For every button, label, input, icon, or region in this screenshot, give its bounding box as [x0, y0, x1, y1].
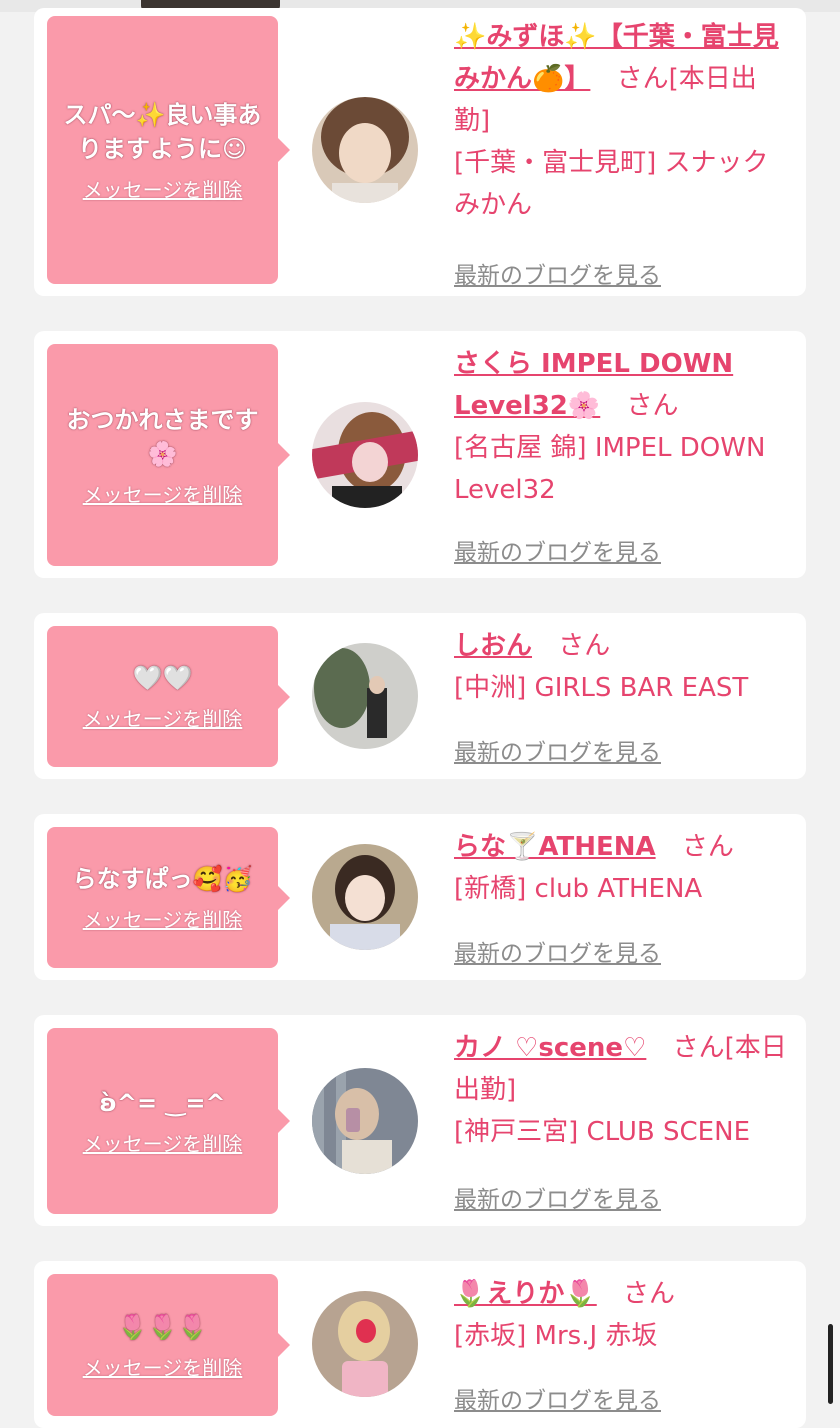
- message-card: スパ〜✨良い事ありますように☺ メッセージを削除 ✨みずほ✨【千葉・富士見みかん…: [34, 8, 806, 296]
- message-bubble: スパ〜✨良い事ありますように☺ メッセージを削除: [47, 16, 290, 284]
- avatar[interactable]: [312, 97, 418, 203]
- cast-info: らな🍸ATHENA さん [新橋] club ATHENA 最新のブログを見る: [454, 826, 789, 967]
- shop-name: [千葉・富士見町] スナックみかん: [454, 148, 769, 220]
- message-bubble: らなすぱっ🥰🥳 メッセージを削除: [47, 827, 290, 968]
- cast-name-link[interactable]: らな🍸ATHENA: [454, 832, 656, 862]
- delete-message-link[interactable]: メッセージを削除: [83, 904, 243, 933]
- delete-message-link[interactable]: メッセージを削除: [83, 174, 243, 203]
- message-card: 🤍🤍 メッセージを削除 しおん さん [中洲] GIRLS BAR EAST 最…: [34, 613, 806, 779]
- latest-blog-link[interactable]: 最新のブログを見る: [454, 934, 661, 968]
- avatar[interactable]: [312, 1068, 418, 1174]
- message-text: 🌷🌷🌷: [117, 1312, 208, 1341]
- scrollbar[interactable]: [828, 1324, 833, 1404]
- message-text: 🤍🤍: [132, 664, 193, 692]
- cast-name-link[interactable]: しおん: [454, 631, 532, 661]
- delete-message-link[interactable]: メッセージを削除: [83, 479, 243, 508]
- message-card: ʚ̀̀^= ‿=^ メッセージを削除 カノ ♡scene♡ さん[本日出勤] […: [34, 1015, 806, 1226]
- message-text: ʚ̀̀^= ‿=^: [99, 1088, 226, 1117]
- delete-message-link[interactable]: メッセージを削除: [83, 703, 243, 732]
- cast-info: しおん さん [中洲] GIRLS BAR EAST 最新のブログを見る: [454, 625, 789, 766]
- avatar[interactable]: [312, 643, 418, 749]
- avatar[interactable]: [312, 1291, 418, 1397]
- honorific: さん: [616, 64, 669, 94]
- message-card: 🌷🌷🌷 メッセージを削除 🌷えりか🌷 さん [赤坂] Mrs.J 赤坂 最新のブ…: [34, 1261, 806, 1428]
- honorific: さん: [672, 1033, 725, 1063]
- delete-message-link[interactable]: メッセージを削除: [83, 1128, 243, 1157]
- cast-info: 🌷えりか🌷 さん [赤坂] Mrs.J 赤坂 最新のブログを見る: [454, 1273, 789, 1414]
- cast-name-link[interactable]: 🌷えりか🌷: [454, 1279, 597, 1309]
- message-text: スパ〜✨良い事ありますように☺: [63, 100, 262, 163]
- shop-name: [名古屋 錦] IMPEL DOWN Level32: [454, 433, 766, 505]
- cast-info: ✨みずほ✨【千葉・富士見みかん🍊】 さん[本日出勤] [千葉・富士見町] スナッ…: [454, 16, 789, 289]
- honorific: さん: [681, 832, 734, 862]
- message-card: らなすぱっ🥰🥳 メッセージを削除 らな🍸ATHENA さん [新橋] club …: [34, 814, 806, 980]
- message-card: おつかれさまです🌸 メッセージを削除 さくら IMPEL DOWN Level3…: [34, 331, 806, 578]
- honorific: さん: [623, 1279, 676, 1309]
- latest-blog-link[interactable]: 最新のブログを見る: [454, 1381, 661, 1415]
- delete-message-link[interactable]: メッセージを削除: [83, 1352, 243, 1381]
- message-bubble: 🤍🤍 メッセージを削除: [47, 626, 290, 767]
- honorific: さん: [626, 391, 679, 421]
- message-bubble: 🌷🌷🌷 メッセージを削除: [47, 1274, 290, 1416]
- avatar[interactable]: [312, 402, 418, 508]
- cast-info: カノ ♡scene♡ さん[本日出勤] [神戸三宮] CLUB SCENE 最新…: [454, 1027, 789, 1213]
- message-text: おつかれさまです🌸: [66, 405, 259, 468]
- cast-info: さくら IMPEL DOWN Level32🌸 さん [名古屋 錦] IMPEL…: [454, 343, 789, 566]
- message-bubble: おつかれさまです🌸 メッセージを削除: [47, 344, 290, 566]
- cast-name-link[interactable]: カノ ♡scene♡: [454, 1033, 646, 1063]
- shop-name: [赤坂] Mrs.J 赤坂: [454, 1321, 658, 1351]
- message-bubble: ʚ̀̀^= ‿=^ メッセージを削除: [47, 1028, 290, 1214]
- latest-blog-link[interactable]: 最新のブログを見る: [454, 733, 661, 767]
- cast-name-link[interactable]: さくら IMPEL DOWN Level32🌸: [454, 349, 733, 421]
- message-text: らなすぱっ🥰🥳: [72, 865, 253, 893]
- shop-name: [神戸三宮] CLUB SCENE: [454, 1117, 750, 1147]
- shop-name: [中洲] GIRLS BAR EAST: [454, 673, 749, 703]
- honorific: さん: [558, 631, 611, 661]
- avatar[interactable]: [312, 844, 418, 950]
- latest-blog-link[interactable]: 最新のブログを見る: [454, 1180, 661, 1214]
- latest-blog-link[interactable]: 最新のブログを見る: [454, 256, 661, 290]
- latest-blog-link[interactable]: 最新のブログを見る: [454, 533, 661, 567]
- shop-name: [新橋] club ATHENA: [454, 874, 703, 904]
